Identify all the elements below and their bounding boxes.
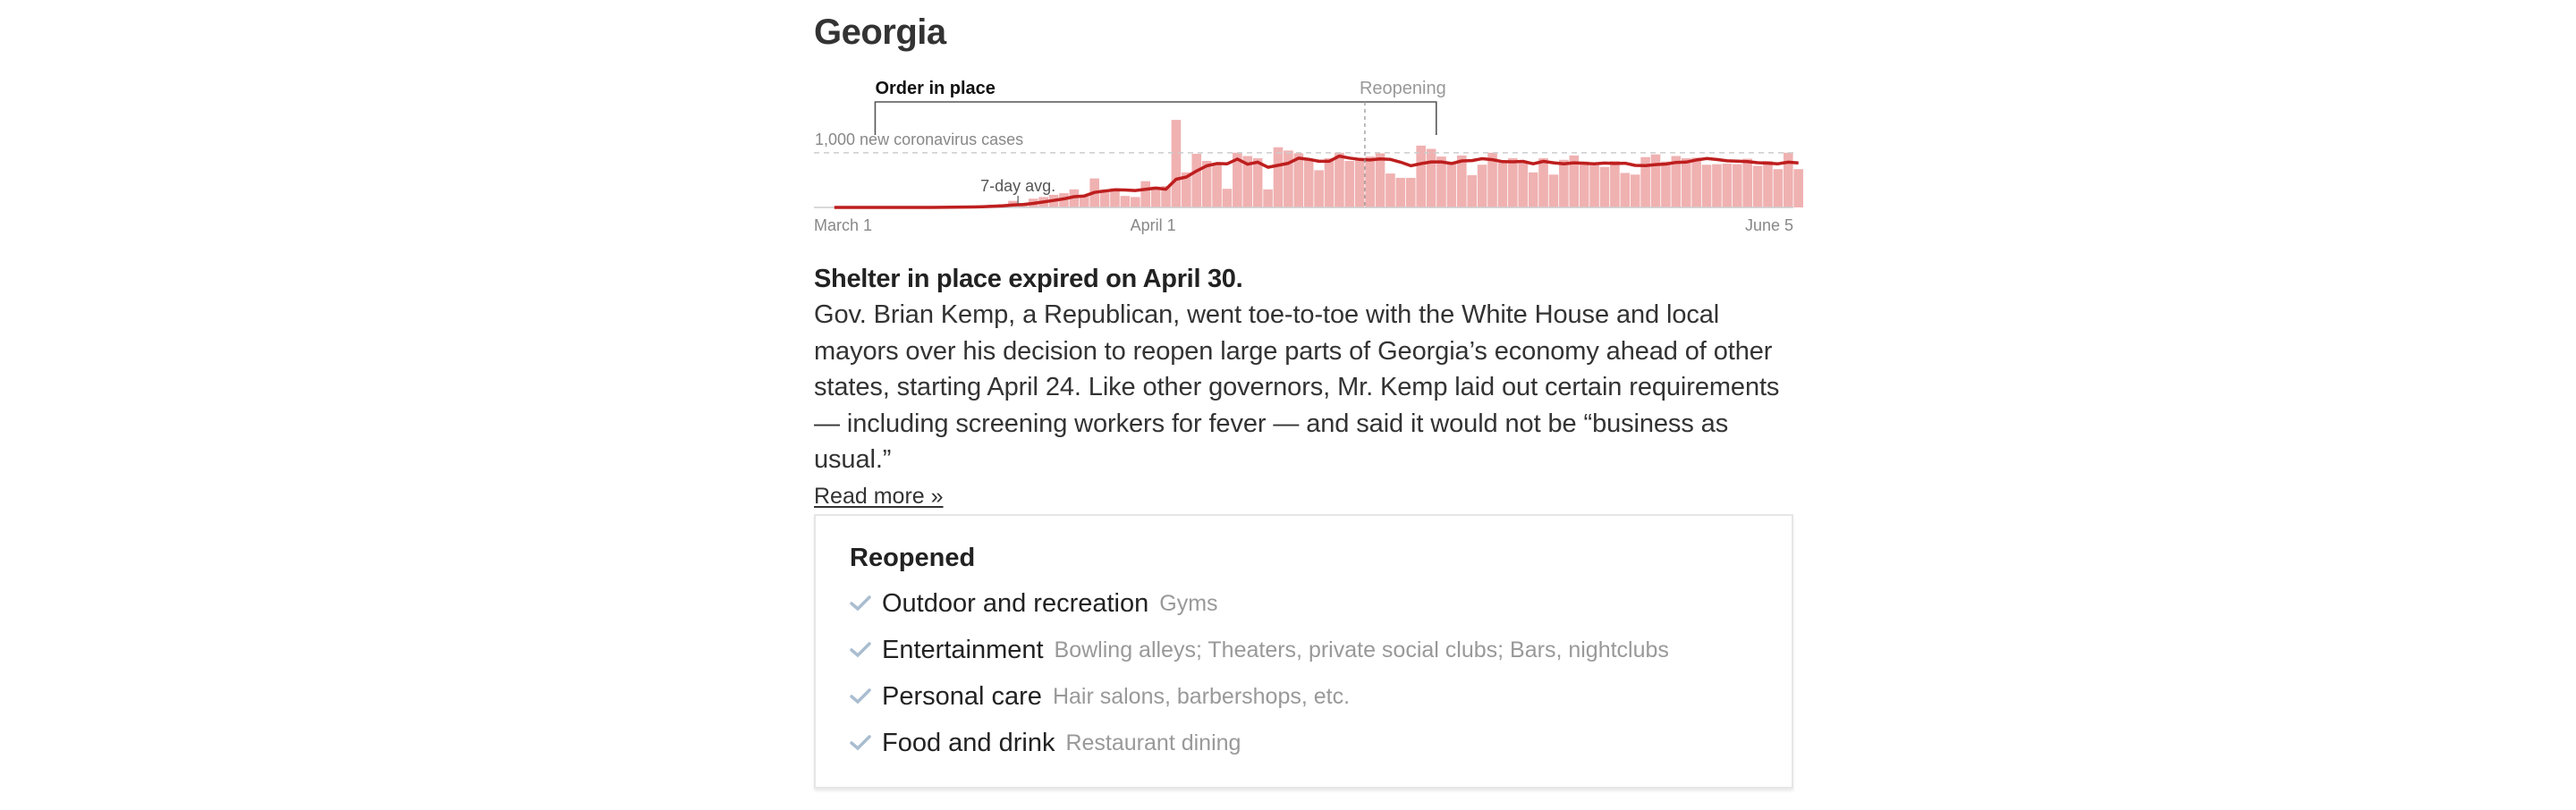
reopened-details: Restaurant dining xyxy=(1065,730,1241,755)
case-bar xyxy=(1385,173,1395,207)
case-bar xyxy=(1620,173,1631,207)
case-bar xyxy=(1752,165,1763,207)
state-summary: Shelter in place expired on April 30. Go… xyxy=(814,261,1793,512)
state-title: Georgia xyxy=(814,13,946,52)
case-bar xyxy=(1650,154,1661,207)
seven-day-avg-label: 7-day avg. xyxy=(980,177,1055,195)
reopened-category: Entertainment xyxy=(882,635,1044,664)
reopened-list: Outdoor and recreation Gyms Entertainmen… xyxy=(850,580,1780,766)
case-bar xyxy=(1681,157,1691,207)
checkmark-icon xyxy=(850,642,882,658)
reopened-details: Hair salons, barbershops, etc. xyxy=(1052,683,1351,709)
case-bar xyxy=(1140,181,1151,207)
case-bar xyxy=(1661,161,1671,207)
cases-chart: 1,000 new coronavirus cases 7-day avg. Ord… xyxy=(814,79,1804,234)
summary-paragraph: Gov. Brian Kemp, a Republican, went toe-… xyxy=(814,300,1780,474)
case-bar xyxy=(1191,154,1202,207)
case-bar xyxy=(1405,177,1416,207)
case-bar xyxy=(1436,156,1446,207)
case-bar xyxy=(1508,157,1518,207)
case-bar xyxy=(1528,172,1538,207)
case-bar xyxy=(1701,165,1712,207)
reopened-details: Gyms xyxy=(1159,590,1218,616)
case-bar xyxy=(1538,157,1548,207)
case-bar xyxy=(1773,169,1784,207)
checkmark-icon xyxy=(850,688,882,705)
order-in-place-label: Order in place xyxy=(875,79,996,98)
summary-headline: Shelter in place expired on April 30. xyxy=(814,265,1243,293)
case-bar xyxy=(1589,165,1599,207)
case-bar xyxy=(1691,157,1701,207)
case-bar xyxy=(1344,161,1355,207)
case-bar xyxy=(1284,150,1293,207)
case-bar xyxy=(1130,197,1140,207)
case-bar xyxy=(1263,189,1273,207)
case-bar xyxy=(1314,170,1324,207)
case-bar xyxy=(1497,162,1508,207)
checkmark-icon xyxy=(850,595,882,612)
case-bar xyxy=(1742,158,1752,207)
x-tick-label: March 1 xyxy=(814,216,872,234)
x-tick-label: June 5 xyxy=(1745,216,1793,234)
case-bar xyxy=(1416,145,1426,207)
case-bar xyxy=(1763,161,1773,207)
y-reference-label: 1,000 new coronavirus cases xyxy=(815,131,1023,148)
reopened-category: Personal care xyxy=(882,681,1042,711)
case-bar xyxy=(1579,161,1589,207)
reopened-details: Bowling alleys; Theaters, private social… xyxy=(1054,637,1669,662)
case-bar xyxy=(1222,189,1233,207)
reopened-category: Food and drink xyxy=(882,728,1055,757)
case-bar xyxy=(1365,156,1375,207)
case-bar xyxy=(1477,165,1487,207)
reopened-item: Personal care Hair salons, barbershops, … xyxy=(850,673,1780,720)
checkmark-icon xyxy=(850,735,882,751)
case-bar xyxy=(1446,164,1457,207)
case-bar xyxy=(1212,165,1222,207)
case-bar xyxy=(1273,147,1284,207)
case-bar xyxy=(1722,164,1733,207)
case-bar xyxy=(1120,196,1131,207)
reopened-item: Entertainment Bowling alleys; Theaters, … xyxy=(850,627,1780,673)
case-bar xyxy=(1395,177,1406,207)
case-bar xyxy=(1467,174,1478,207)
read-more-link[interactable]: Read more » xyxy=(814,480,944,512)
case-bar xyxy=(1559,159,1569,207)
case-bar xyxy=(1354,160,1365,207)
case-bar xyxy=(1324,157,1335,207)
reopened-panel: Reopened Outdoor and recreation Gyms Ent… xyxy=(814,514,1793,789)
case-bar xyxy=(1630,174,1640,207)
case-bar xyxy=(1335,152,1344,207)
reopening-label: Reopening xyxy=(1360,79,1446,98)
case-bar xyxy=(1375,153,1385,207)
reopened-item: Food and drink Restaurant dining xyxy=(850,720,1780,766)
case-bar xyxy=(1732,164,1742,207)
case-bar xyxy=(1426,148,1436,207)
case-bar xyxy=(1548,174,1559,207)
x-tick-label: April 1 xyxy=(1131,216,1176,234)
case-bar xyxy=(1518,161,1529,207)
case-bar xyxy=(1303,160,1314,207)
case-bar xyxy=(1599,166,1610,207)
case-bar xyxy=(1712,164,1722,207)
reopened-item: Outdoor and recreation Gyms xyxy=(850,580,1780,627)
reopened-category: Outdoor and recreation xyxy=(882,588,1149,618)
case-bar xyxy=(1793,169,1804,207)
reopened-title: Reopened xyxy=(850,544,976,572)
case-bar xyxy=(1610,161,1620,207)
case-bar xyxy=(1171,120,1182,207)
